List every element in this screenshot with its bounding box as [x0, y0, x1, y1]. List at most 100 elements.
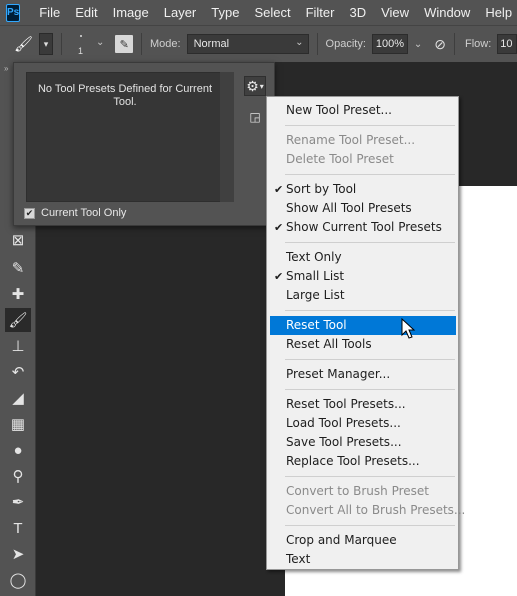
tool-presets-panel: No Tool Presets Defined for Current Tool… — [13, 62, 275, 226]
tool-preset-picker[interactable]: 🖌 ▾ — [14, 33, 54, 55]
separator — [454, 33, 455, 55]
presets-scrollbar[interactable] — [220, 72, 234, 202]
menu-separator — [285, 125, 455, 126]
menu-item-reset-all-tools[interactable]: Reset All Tools — [270, 335, 456, 354]
separator — [61, 33, 63, 55]
history-brush-icon[interactable]: ↶ — [5, 360, 31, 384]
menu-item-new-tool-preset[interactable]: New Tool Preset... — [270, 101, 456, 120]
current-tool-only-checkbox[interactable]: ✔ — [24, 207, 35, 219]
empty-presets-message: No Tool Presets Defined for Current Tool… — [37, 83, 213, 108]
menu-item-label: Sort by Tool — [286, 182, 357, 196]
gear-icon[interactable]: ⚙ ▾ — [244, 76, 266, 96]
opacity-input[interactable]: 100% — [371, 34, 408, 54]
menu-item-crop-and-marquee[interactable]: Crop and Marquee — [270, 531, 456, 550]
toolbar-collapse-icon[interactable]: » — [4, 64, 8, 73]
menu-view[interactable]: View — [374, 0, 417, 25]
menu-separator — [285, 174, 455, 175]
opacity-label: Opacity: — [325, 38, 366, 50]
menu-item-label: Crop and Marquee — [286, 533, 397, 547]
menu-select[interactable]: Select — [247, 0, 298, 25]
mode-select[interactable]: Normal ⌄ — [186, 34, 309, 54]
eraser-icon[interactable]: ◢ — [5, 386, 31, 410]
brush-size-value: 1 — [78, 46, 84, 56]
menu-item-save-tool-presets[interactable]: Save Tool Presets... — [270, 433, 456, 452]
options-bar: 🖌 ▾ 1 ⌄ ✎ Mode: Normal ⌄ Opacity: 100% ⌄… — [0, 25, 517, 62]
menu-item-label: Show Current Tool Presets — [286, 220, 442, 234]
menu-item-text[interactable]: Text — [270, 550, 456, 569]
pen-icon[interactable]: ✒ — [5, 490, 31, 514]
menu-type[interactable]: Type — [204, 0, 247, 25]
menu-item-text-only[interactable]: Text Only — [270, 248, 456, 267]
menu-item-label: Reset Tool — [286, 318, 347, 332]
checkmark-icon: ✔ — [274, 183, 284, 196]
blur-icon[interactable]: ● — [5, 438, 31, 462]
menu-item-load-tool-presets[interactable]: Load Tool Presets... — [270, 414, 456, 433]
dodge-icon[interactable]: ⚲ — [5, 464, 31, 488]
flow-value: 10 — [500, 38, 513, 50]
menu-item-label: Reset Tool Presets... — [286, 397, 406, 411]
healing-brush-icon[interactable]: ✚ — [5, 282, 31, 306]
checkmark-icon: ✔ — [274, 221, 284, 234]
chevron-down-icon[interactable]: ⌄ — [414, 39, 422, 50]
menu-item-label: New Tool Preset... — [286, 103, 392, 117]
pressure-opacity-icon[interactable]: ⊘ — [434, 36, 446, 53]
current-tool-only-option[interactable]: ✔ Current Tool Only — [24, 206, 126, 220]
gradient-icon[interactable]: ▦ — [5, 412, 31, 436]
menu-file[interactable]: File — [32, 0, 68, 25]
menu-item-sort-by-tool[interactable]: ✔ Sort by Tool — [270, 180, 456, 199]
menu-bar: Ps File Edit Image Layer Type Select Filter 3D V… — [0, 0, 517, 25]
brush-size-picker[interactable]: 1 ⌄ — [74, 29, 109, 59]
brush-icon: 🖌 — [14, 36, 34, 53]
mouse-cursor-icon — [401, 318, 416, 339]
menu-item-convert-to-brush-preset: Convert to Brush Preset — [270, 482, 456, 501]
opacity-value: 100% — [375, 38, 405, 50]
menu-item-label: Text — [286, 552, 311, 566]
mode-label: Mode: — [150, 38, 181, 50]
menu-item-label: Text Only — [286, 250, 342, 264]
brush-settings-toggle[interactable]: ✎ — [115, 35, 134, 53]
menu-image[interactable]: Image — [106, 0, 157, 25]
type-icon[interactable]: T — [5, 516, 31, 540]
current-tool-only-label: Current Tool Only — [41, 207, 127, 219]
menu-window[interactable]: Window — [417, 0, 478, 25]
brush-tip-dot — [80, 35, 83, 37]
path-selection-icon[interactable]: ➤ — [5, 542, 31, 566]
menu-item-label: Delete Tool Preset — [286, 152, 394, 166]
chevron-down-icon: ⌄ — [295, 37, 304, 48]
brush-icon[interactable]: 🖌 — [5, 308, 31, 332]
menu-item-large-list[interactable]: Large List — [270, 286, 456, 305]
menu-separator — [285, 476, 455, 477]
menu-separator — [285, 359, 455, 360]
presets-context-menu: New Tool Preset... Rename Tool Preset... D… — [266, 96, 465, 570]
menu-3d[interactable]: 3D — [342, 0, 374, 25]
menu-item-label: Show All Tool Presets — [286, 201, 412, 215]
separator — [316, 33, 318, 55]
eyedropper-icon[interactable]: ✎ — [5, 256, 31, 280]
menu-item-reset-tool[interactable]: Reset Tool — [270, 316, 456, 335]
new-preset-icon[interactable]: ◲ — [246, 108, 264, 126]
menu-item-label: Preset Manager... — [286, 367, 391, 381]
menu-item-reset-tool-presets[interactable]: Reset Tool Presets... — [270, 395, 456, 414]
tool-preset-dropdown[interactable]: ▾ — [39, 33, 54, 55]
menu-item-show-current-tool-presets[interactable]: ✔ Show Current Tool Presets — [270, 218, 456, 237]
hand-icon[interactable]: ✋ — [5, 592, 31, 596]
menu-layer[interactable]: Layer — [157, 0, 205, 25]
menu-item-label: Save Tool Presets... — [286, 435, 402, 449]
menu-item-label: Convert All to Brush Presets... — [286, 503, 466, 517]
menu-item-label: Replace Tool Presets... — [286, 454, 420, 468]
clone-stamp-icon[interactable]: ⊥ — [5, 334, 31, 358]
menu-item-preset-manager[interactable]: Preset Manager... — [270, 365, 456, 384]
menu-separator — [285, 389, 455, 390]
flow-input[interactable]: 10 — [497, 34, 517, 54]
ellipse-icon[interactable]: ◯ — [5, 568, 31, 592]
menu-item-label: Convert to Brush Preset — [286, 484, 429, 498]
menu-item-rename-tool-preset: Rename Tool Preset... — [270, 131, 456, 150]
menu-item-small-list[interactable]: ✔ Small List — [270, 267, 456, 286]
menu-edit[interactable]: Edit — [68, 0, 105, 25]
menu-item-label: Load Tool Presets... — [286, 416, 401, 430]
menu-help[interactable]: Help — [478, 0, 517, 25]
menu-item-show-all-tool-presets[interactable]: Show All Tool Presets — [270, 199, 456, 218]
menu-filter[interactable]: Filter — [299, 0, 343, 25]
crop-icon[interactable]: ⊠ — [5, 228, 31, 252]
menu-item-replace-tool-presets[interactable]: Replace Tool Presets... — [270, 452, 456, 471]
